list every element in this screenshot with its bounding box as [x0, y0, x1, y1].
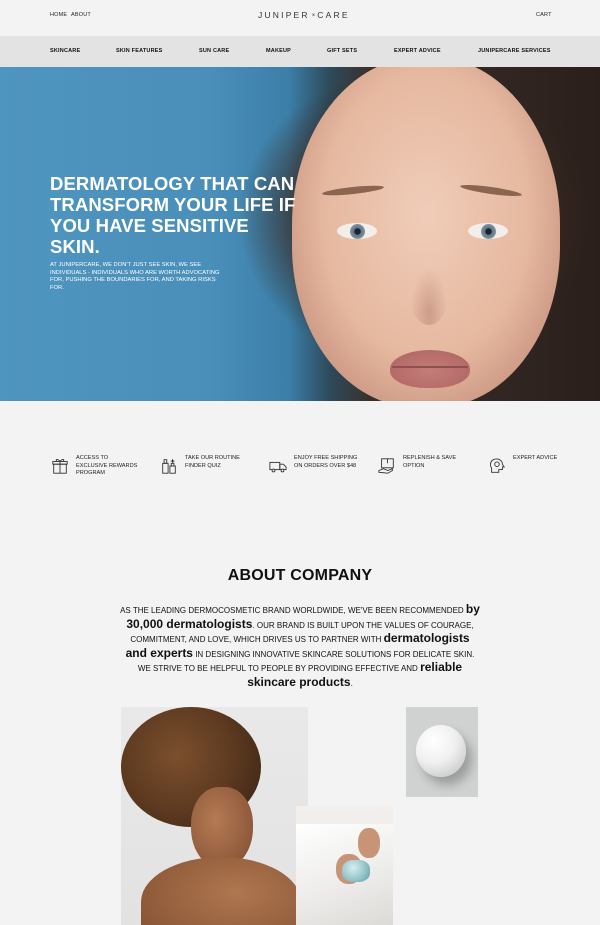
- photo-hands-jar: [296, 806, 393, 925]
- feature-replenish-label: REPLENISH & SAVE OPTION: [403, 455, 457, 469]
- top-bar: HOME ABOUT JUNIPER × CARE CART: [0, 0, 600, 36]
- about-link[interactable]: ABOUT: [71, 12, 91, 18]
- nav-item-sun-care[interactable]: SUN CARE: [199, 48, 229, 54]
- feature-shipping-label: ENJOY FREE SHIPPING ON ORDERS OVER $48: [294, 455, 358, 469]
- cart-link[interactable]: CART: [536, 12, 552, 18]
- brand-logo-separator: ×: [311, 13, 316, 19]
- brand-logo-right: CARE: [317, 10, 350, 20]
- about-text-part-4: .: [350, 678, 353, 688]
- brand-logo[interactable]: JUNIPER × CARE: [258, 10, 350, 20]
- feature-expert-advice-label: EXPERT ADVICE: [513, 455, 558, 461]
- nav-item-expert-advice[interactable]: EXPERT ADVICE: [394, 48, 441, 54]
- hero-text: AT JUNIPERCARE, WE DON'T JUST SEE SKIN, …: [50, 262, 220, 291]
- about-text-part-1: AS THE LEADING DERMOCOSMETIC BRAND WORLD…: [120, 606, 466, 615]
- nav-item-gift-sets[interactable]: GIFT SETS: [327, 48, 357, 54]
- truck-icon: [269, 461, 287, 473]
- about-title: ABOUT COMPANY: [227, 567, 373, 584]
- bottles-icon: [162, 458, 176, 474]
- hero-model-eye-left: [337, 223, 377, 239]
- photo-cream-swatch: [406, 707, 478, 797]
- hero-model-eye-right: [468, 223, 508, 239]
- hero-title: DERMATOLOGY THAT CAN TRANSFORM YOUR LIFE…: [50, 173, 296, 257]
- home-link[interactable]: HOME: [50, 12, 67, 18]
- photo-woman-curly-hair: [121, 707, 308, 925]
- about-text: AS THE LEADING DERMOCOSMETIC BRAND WORLD…: [120, 602, 480, 691]
- hero-model-nose: [410, 267, 448, 325]
- feature-quiz-label: TAKE OUR ROUTINE FINDER QUIZ: [185, 455, 240, 469]
- hero-model-lip-line: [392, 366, 468, 368]
- feature-rewards-label: ACCESS TO EXCLUSIVE REWARDS PROGRAM: [76, 455, 138, 476]
- nav-item-junipercare-services[interactable]: JUNIPERCARE SERVICES: [478, 48, 551, 54]
- expert-icon: [489, 458, 506, 473]
- main-navigation: SKINCARE SKIN FEATURES SUN CARE MAKEUP G…: [0, 36, 600, 67]
- gift-icon: [52, 458, 68, 474]
- hero-model-lips: [390, 350, 470, 388]
- nav-item-makeup[interactable]: MAKEUP: [266, 48, 291, 54]
- replenish-icon: [378, 458, 394, 474]
- nav-item-skin-features[interactable]: SKIN FEATURES: [116, 48, 163, 54]
- nav-item-skincare[interactable]: SKINCARE: [50, 48, 80, 54]
- brand-logo-left: JUNIPER: [258, 10, 310, 20]
